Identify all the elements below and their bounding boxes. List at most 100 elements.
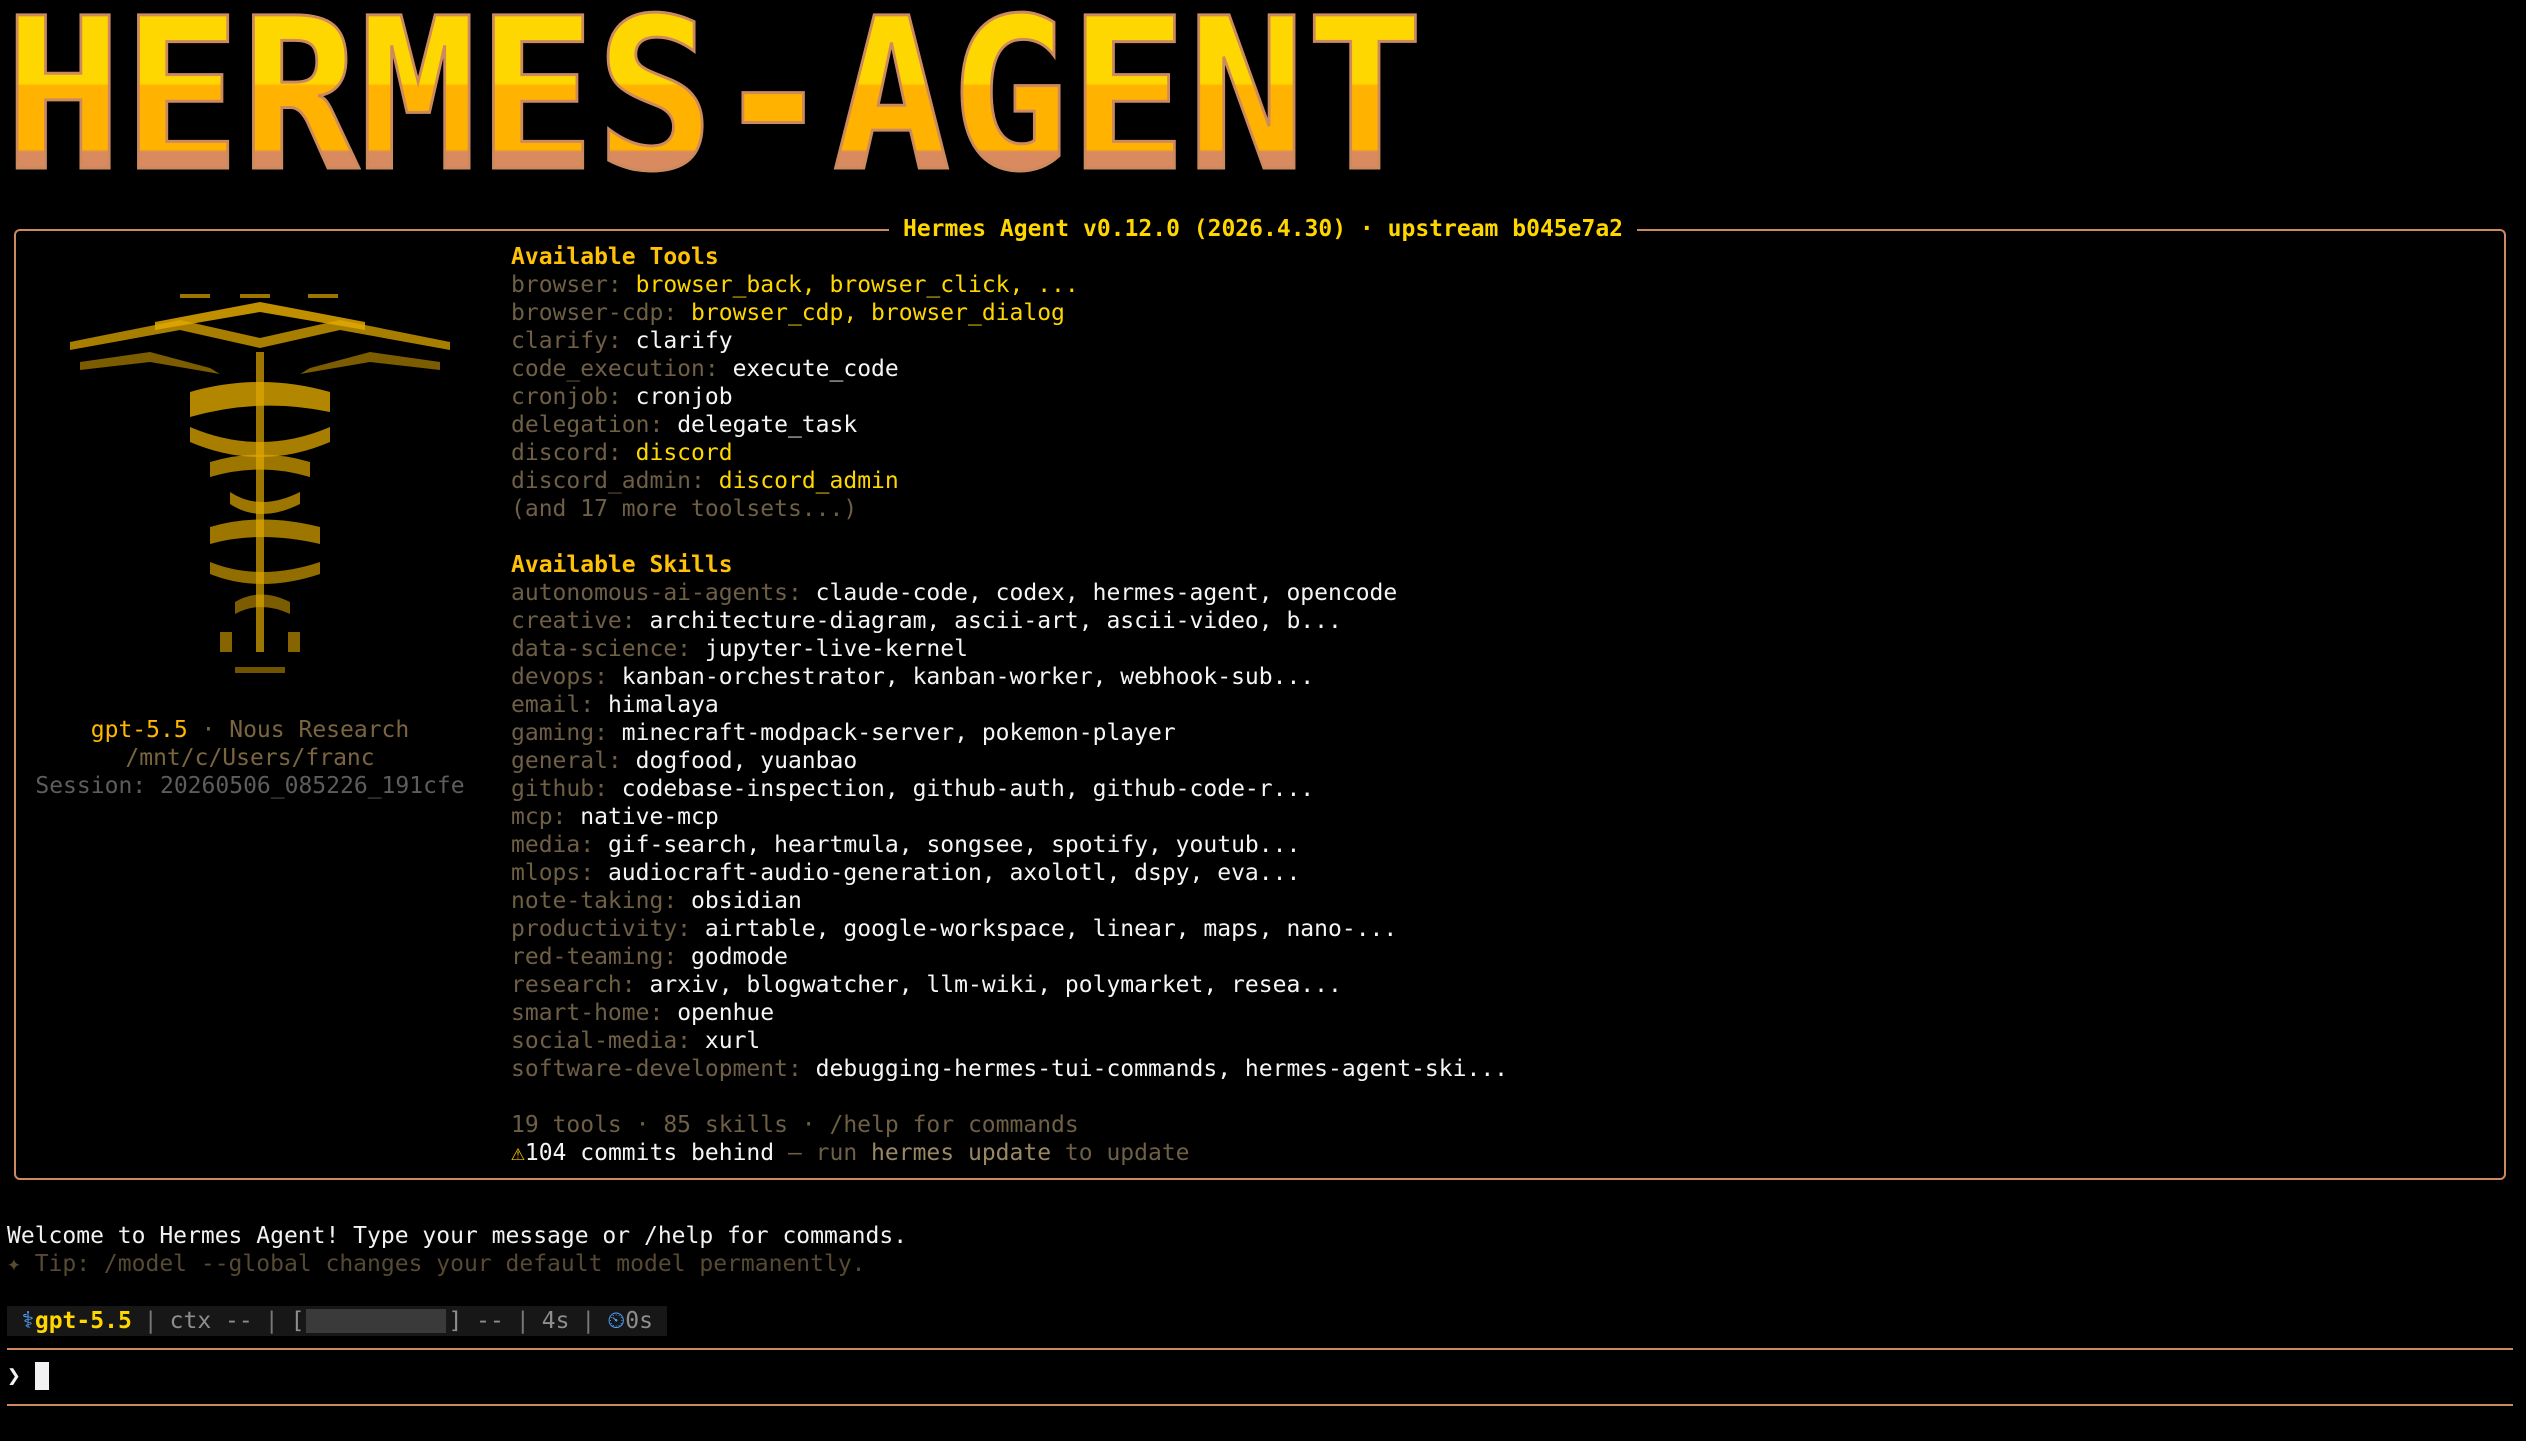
skill-values: architecture-diagram, ascii-art, ascii-v… bbox=[649, 608, 1342, 634]
skill-row: data-science: jupyter-live-kernel bbox=[511, 635, 2491, 663]
update-command: hermes update bbox=[871, 1140, 1052, 1166]
skill-category: data-science: bbox=[511, 636, 692, 662]
skill-values: debugging-hermes-tui-commands, hermes-ag… bbox=[815, 1056, 1509, 1082]
skill-row: software-development: debugging-hermes-t… bbox=[511, 1055, 2491, 1083]
skill-category: github: bbox=[511, 776, 608, 802]
commits-behind: 104 commits behind bbox=[524, 1140, 775, 1166]
skill-row: red-teaming: godmode bbox=[511, 943, 2491, 971]
prompt-chevron-icon: ❯ bbox=[7, 1363, 21, 1389]
panel-title: Hermes Agent v0.12.0 (2026.4.30) · upstr… bbox=[0, 213, 2526, 245]
tool-row: discord: discord bbox=[511, 439, 2491, 467]
tool-category: discord: bbox=[511, 440, 622, 466]
skill-values: claude-code, codex, hermes-agent, openco… bbox=[815, 580, 1398, 606]
summary-line: 19 tools · 85 skills · /help for command… bbox=[511, 1112, 1079, 1138]
skill-row: mlops: audiocraft-audio-generation, axol… bbox=[511, 859, 2491, 887]
tool-values: discord_admin bbox=[718, 468, 899, 494]
skill-category: mlops: bbox=[511, 860, 595, 886]
skill-values: audiocraft-audio-generation, axolotl, ds… bbox=[607, 860, 1301, 886]
tool-category: browser: bbox=[511, 272, 622, 298]
skill-values: kanban-orchestrator, kanban-worker, webh… bbox=[621, 664, 1315, 690]
skill-values: codebase-inspection, github-auth, github… bbox=[621, 776, 1315, 802]
skill-category: devops: bbox=[511, 664, 608, 690]
skill-category: note-taking: bbox=[511, 888, 678, 914]
skills-list: autonomous-ai-agents: claude-code, codex… bbox=[511, 579, 2491, 1083]
context-progress-bar bbox=[306, 1309, 447, 1333]
skill-values: dogfood, yuanbao bbox=[635, 748, 858, 774]
skill-category: creative: bbox=[511, 608, 636, 634]
skill-row: autonomous-ai-agents: claude-code, codex… bbox=[511, 579, 2491, 607]
skill-row: creative: architecture-diagram, ascii-ar… bbox=[511, 607, 2491, 635]
input-top-rule bbox=[7, 1348, 2513, 1350]
tool-row: code_execution: execute_code bbox=[511, 355, 2491, 383]
skill-values: gif-search, heartmula, songsee, spotify,… bbox=[607, 832, 1301, 858]
tool-row: clarify: clarify bbox=[511, 327, 2491, 355]
tool-category: clarify: bbox=[511, 328, 622, 354]
tool-row: discord_admin: discord_admin bbox=[511, 467, 2491, 495]
skill-row: research: arxiv, blogwatcher, llm-wiki, … bbox=[511, 971, 2491, 999]
skill-row: smart-home: openhue bbox=[511, 999, 2491, 1027]
skill-row: productivity: airtable, google-workspace… bbox=[511, 915, 2491, 943]
tool-values: clarify bbox=[635, 328, 733, 354]
skill-row: mcp: native-mcp bbox=[511, 803, 2491, 831]
welcome-message: Welcome to Hermes Agent! Type your messa… bbox=[7, 1223, 908, 1249]
tip-message: ✦ Tip: /model --global changes your defa… bbox=[7, 1251, 866, 1277]
skill-values: airtable, google-workspace, linear, maps… bbox=[704, 916, 1398, 942]
context-status: ctx -- bbox=[169, 1308, 253, 1334]
tool-values: browser_back, browser_click, ... bbox=[635, 272, 1079, 298]
caduceus-logo bbox=[60, 282, 460, 682]
tool-category: cronjob: bbox=[511, 384, 622, 410]
tool-row: browser: browser_back, browser_click, ..… bbox=[511, 271, 2491, 299]
tools-heading: Available Tools bbox=[511, 244, 719, 270]
tool-values: delegate_task bbox=[677, 412, 858, 438]
skill-values: native-mcp bbox=[580, 804, 719, 830]
skill-category: general: bbox=[511, 748, 622, 774]
skill-values: minecraft-modpack-server, pokemon-player bbox=[621, 720, 1176, 746]
skill-category: media: bbox=[511, 832, 595, 858]
timer-value: 0s bbox=[625, 1308, 653, 1334]
tool-category: code_execution: bbox=[511, 356, 719, 382]
tool-category: delegation: bbox=[511, 412, 664, 438]
tool-values: cronjob bbox=[635, 384, 733, 410]
tool-row: browser-cdp: browser_cdp, browser_dialog bbox=[511, 299, 2491, 327]
update-notice: ⚠104 commits behind — run hermes update … bbox=[511, 1140, 1190, 1166]
tool-row: delegation: delegate_task bbox=[511, 411, 2491, 439]
warning-icon: ⚠ bbox=[511, 1140, 525, 1166]
skill-row: media: gif-search, heartmula, songsee, s… bbox=[511, 831, 2491, 859]
text-cursor[interactable] bbox=[34, 1362, 49, 1390]
skill-category: productivity: bbox=[511, 916, 692, 942]
model-name: gpt-5.5 bbox=[90, 717, 188, 743]
status-bar: ⚕ gpt-5.5 | ctx -- | [] -- | 4s | ⏲ 0s bbox=[7, 1306, 667, 1336]
tool-row: cronjob: cronjob bbox=[511, 383, 2491, 411]
skill-category: gaming: bbox=[511, 720, 608, 746]
skill-values: xurl bbox=[704, 1028, 761, 1054]
tool-values: discord bbox=[635, 440, 733, 466]
skill-row: note-taking: obsidian bbox=[511, 887, 2491, 915]
skill-category: research: bbox=[511, 972, 636, 998]
skill-row: social-media: xurl bbox=[511, 1027, 2491, 1055]
skill-values: jupyter-live-kernel bbox=[704, 636, 968, 662]
skill-values: openhue bbox=[677, 1000, 775, 1026]
tools-more: (and 17 more toolsets...) bbox=[511, 496, 858, 522]
session-id: Session: 20260506_085226_191cfe bbox=[35, 773, 465, 799]
skill-values: arxiv, blogwatcher, llm-wiki, polymarket… bbox=[649, 972, 1342, 998]
tool-category: browser-cdp: bbox=[511, 300, 678, 326]
banner-title: HERMES-AGENT bbox=[4, 0, 1424, 185]
elapsed-time: 4s bbox=[541, 1308, 570, 1334]
skill-row: general: dogfood, yuanbao bbox=[511, 747, 2491, 775]
skill-row: email: himalaya bbox=[511, 691, 2491, 719]
skill-category: smart-home: bbox=[511, 1000, 664, 1026]
command-input[interactable]: ❯ bbox=[7, 1362, 49, 1390]
skill-values: himalaya bbox=[607, 692, 719, 718]
tool-values: browser_cdp, browser_dialog bbox=[691, 300, 1065, 326]
skill-category: email: bbox=[511, 692, 595, 718]
skill-category: mcp: bbox=[511, 804, 567, 830]
capabilities-list: Available Tools browser: browser_back, b… bbox=[511, 243, 2491, 1167]
tools-list: browser: browser_back, browser_click, ..… bbox=[511, 271, 2491, 495]
skill-category: autonomous-ai-agents: bbox=[511, 580, 802, 606]
session-meta: gpt-5.5 · Nous Research /mnt/c/Users/fra… bbox=[30, 716, 470, 800]
ascii-banner: HERMES-AGENT bbox=[0, 0, 1440, 185]
skill-category: software-development: bbox=[511, 1056, 802, 1082]
skill-category: red-teaming: bbox=[511, 944, 678, 970]
skill-values: obsidian bbox=[691, 888, 802, 914]
timer-icon: ⏲ bbox=[607, 1308, 626, 1334]
